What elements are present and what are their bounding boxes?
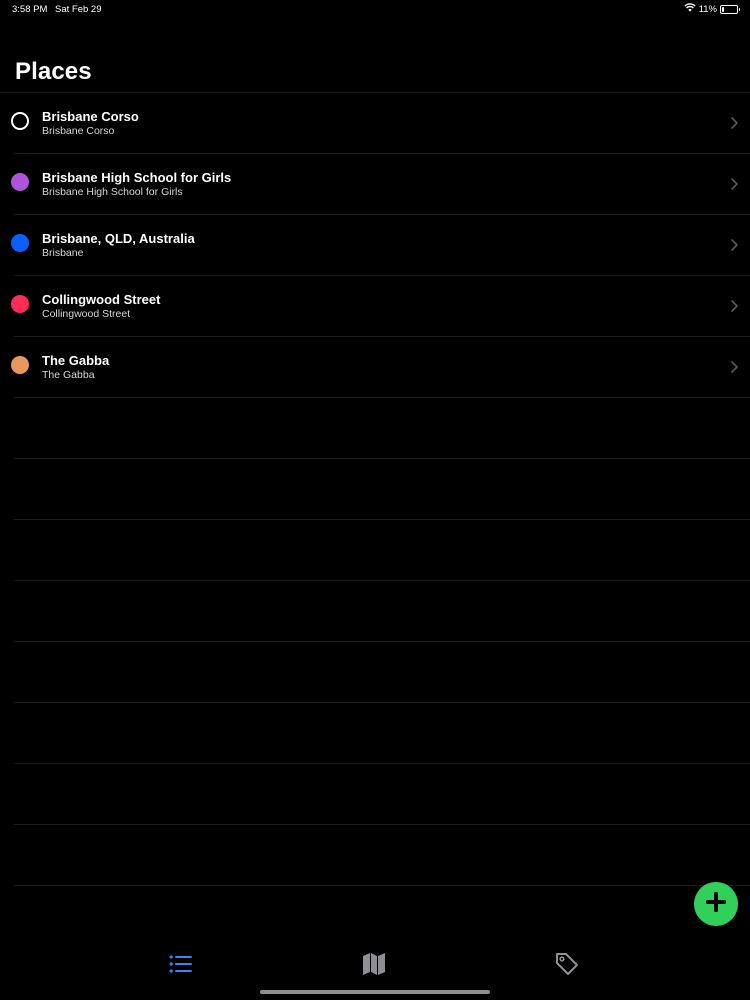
page-title: Places — [15, 58, 92, 85]
add-place-button[interactable] — [694, 882, 738, 926]
place-color-dot — [11, 295, 29, 313]
place-title: Brisbane High School for Girls — [42, 170, 232, 185]
empty-row — [14, 764, 750, 825]
place-color-dot — [11, 356, 29, 374]
place-row[interactable]: Brisbane High School for Girls Brisbane H… — [11, 154, 750, 215]
plus-icon — [705, 891, 727, 918]
wifi-icon — [683, 3, 696, 15]
status-bar: 3:58 PM Sat Feb 29 11% — [0, 0, 750, 20]
place-row[interactable]: Brisbane, QLD, Australia Brisbane — [11, 215, 750, 276]
empty-row — [14, 642, 750, 703]
home-indicator — [260, 990, 490, 994]
tab-tags[interactable] — [553, 952, 581, 980]
chevron-right-icon — [731, 177, 738, 190]
status-date: Sat Feb 29 — [55, 4, 102, 15]
place-color-dot — [11, 234, 29, 252]
place-subtitle: The Gabba — [42, 369, 95, 381]
map-icon — [362, 952, 386, 981]
empty-row — [14, 703, 750, 764]
battery-level — [722, 6, 724, 12]
chevron-right-icon — [731, 238, 738, 251]
chevron-right-icon — [731, 360, 738, 373]
place-title: Brisbane Corso — [42, 109, 139, 124]
place-subtitle: Brisbane — [42, 247, 84, 259]
place-color-dot — [11, 173, 29, 191]
tab-map[interactable] — [360, 952, 388, 980]
empty-row — [14, 520, 750, 581]
place-row[interactable]: The Gabba The Gabba — [11, 337, 750, 398]
status-time: 3:58 PM — [12, 4, 48, 15]
empty-row — [14, 398, 750, 459]
tab-list[interactable] — [167, 952, 195, 980]
battery-percent: 11% — [698, 3, 717, 15]
place-title: The Gabba — [42, 353, 110, 368]
place-subtitle: Brisbane Corso — [42, 125, 115, 137]
place-title: Collingwood Street — [42, 292, 161, 307]
place-color-dot — [11, 112, 29, 130]
place-row[interactable]: Collingwood Street Collingwood Street — [11, 276, 750, 337]
place-row[interactable]: Brisbane Corso Brisbane Corso — [11, 93, 750, 154]
list-icon — [169, 954, 193, 979]
place-subtitle: Collingwood Street — [42, 308, 131, 320]
tag-icon — [554, 951, 580, 982]
empty-row — [14, 581, 750, 642]
battery-icon — [720, 4, 740, 14]
chevron-right-icon — [731, 116, 738, 129]
place-title: Brisbane, QLD, Australia — [42, 231, 195, 246]
places-list: Brisbane Corso Brisbane Corso Brisbane Hig… — [0, 92, 750, 886]
status-indicators: 11% — [683, 3, 740, 15]
place-subtitle: Brisbane High School for Girls — [42, 186, 183, 198]
chevron-right-icon — [731, 299, 738, 312]
empty-row — [14, 825, 750, 886]
empty-row — [14, 459, 750, 520]
